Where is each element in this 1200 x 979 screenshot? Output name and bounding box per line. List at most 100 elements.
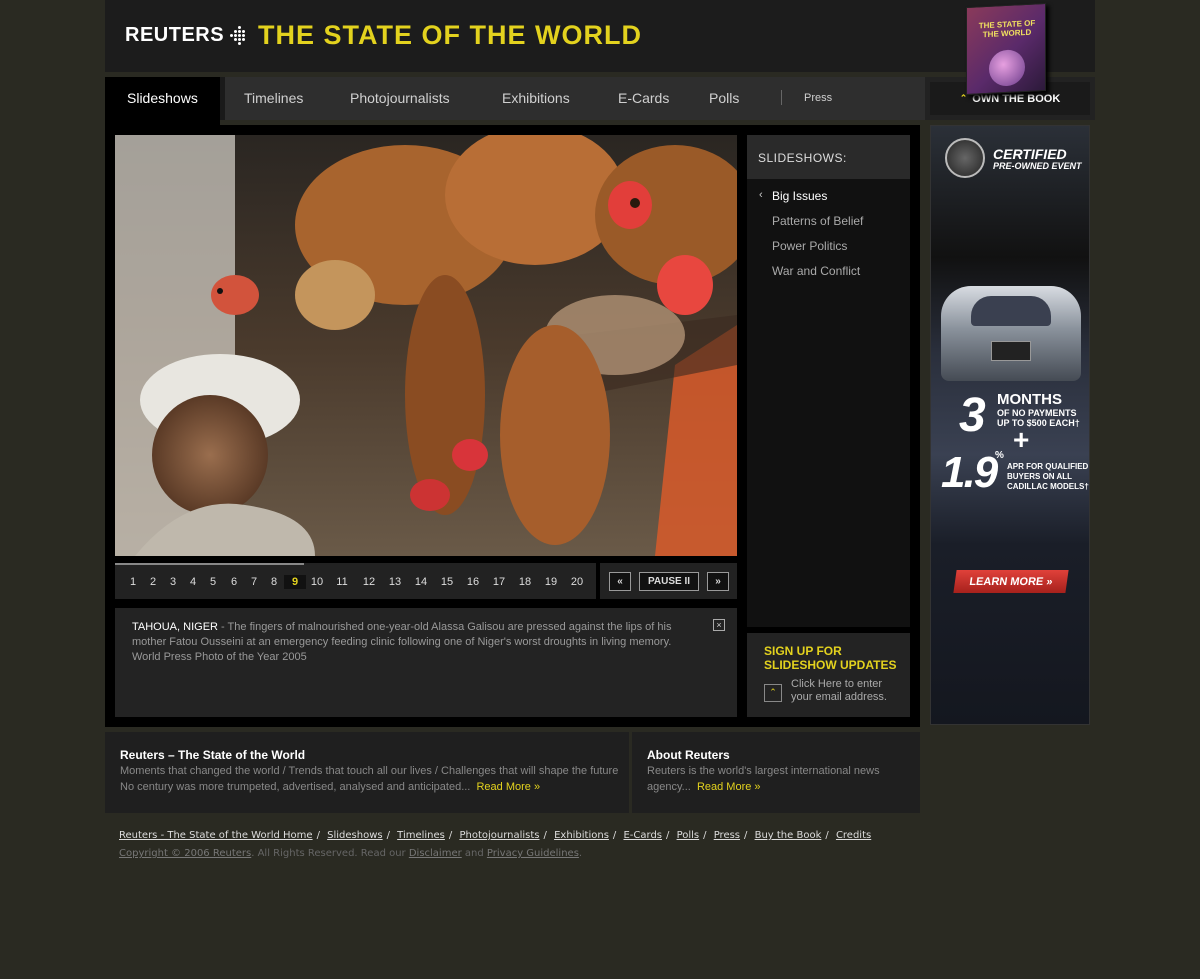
footer-link-buy-book[interactable]: Buy the Book: [755, 830, 822, 841]
photo-caption: TAHOUA, NIGER - The fingers of malnouris…: [115, 608, 737, 717]
car-grille: [991, 341, 1031, 361]
ad-event: PRE-OWNED EVENT: [993, 161, 1082, 171]
privacy-link[interactable]: Privacy Guidelines: [487, 848, 579, 859]
page-link-4[interactable]: 4: [182, 575, 204, 589]
footer-link-timelines[interactable]: Timelines: [397, 830, 445, 841]
nav-timelines[interactable]: Timelines: [244, 90, 303, 106]
reuters-dots-icon: [230, 25, 248, 47]
nav-press[interactable]: Press: [804, 92, 832, 104]
page-link-14[interactable]: 14: [410, 575, 432, 589]
nav-polls[interactable]: Polls: [709, 90, 739, 106]
footer-link-ecards[interactable]: E-Cards: [623, 830, 662, 841]
page-link-7[interactable]: 7: [243, 575, 265, 589]
pager-progress-line: [115, 563, 304, 565]
ad-apr-text: APR FOR QUALIFIED BUYERS ON ALL CADILLAC…: [1007, 462, 1089, 491]
slideshows-header: SLIDESHOWS:: [747, 135, 910, 179]
info-right-body: Reuters is the world's largest internati…: [647, 765, 880, 793]
reuters-logo[interactable]: REUTERS: [125, 24, 248, 47]
info-right-text: Reuters is the world's largest internati…: [647, 763, 897, 795]
page-link-13[interactable]: 13: [384, 575, 406, 589]
footer-sep: /: [612, 830, 617, 841]
page-link-19[interactable]: 19: [540, 575, 562, 589]
page-link-18[interactable]: 18: [514, 575, 536, 589]
page-link-3[interactable]: 3: [162, 575, 184, 589]
disclaimer-link[interactable]: Disclaimer: [409, 848, 462, 859]
book-cover-globe: [989, 49, 1025, 87]
footer-sep: /: [825, 830, 829, 841]
nav-exhibitions[interactable]: Exhibitions: [502, 90, 570, 106]
pause-label: PAUSE II: [647, 576, 691, 587]
slideshow-item-big-issues[interactable]: ‹ Big Issues: [759, 189, 828, 203]
page-title: THE STATE OF THE WORLD: [258, 20, 642, 50]
footer-link-polls[interactable]: Polls: [677, 830, 700, 841]
ad-months: MONTHS: [997, 391, 1062, 408]
footer-link-photojournalists[interactable]: Photojournalists: [459, 830, 539, 841]
info-left-title: Reuters – The State of the World: [120, 748, 306, 762]
double-chevron-up-icon[interactable]: ⌃: [764, 684, 782, 702]
page-link-12[interactable]: 12: [358, 575, 380, 589]
page-link-2[interactable]: 2: [142, 575, 164, 589]
about-reuters: About Reuters Reuters is the world's lar…: [632, 732, 920, 813]
footer-link-press[interactable]: Press: [714, 830, 740, 841]
page-link-1[interactable]: 1: [122, 575, 144, 589]
slideshows-list: ‹ Big Issues Patterns of Belief Power Po…: [747, 179, 910, 627]
page-link-6[interactable]: 6: [223, 575, 245, 589]
nav-separator: [781, 90, 782, 105]
slideshow-item-war-and-conflict[interactable]: War and Conflict: [772, 264, 860, 278]
chevron-left-icon: ‹: [759, 189, 763, 201]
footer-nav: Reuters - The State of the World Home / S…: [119, 830, 871, 841]
site-header: REUTERS THE STATE OF THE WORLD: [105, 0, 1095, 72]
slideshow-item-label: Big Issues: [772, 189, 828, 203]
ad-certified: CERTIFIED: [993, 146, 1067, 162]
page-link-20[interactable]: 20: [566, 575, 588, 589]
nav-photojournalists[interactable]: Photojournalists: [350, 90, 450, 106]
info-right-title: About Reuters: [647, 748, 730, 762]
nav-ecards[interactable]: E-Cards: [618, 90, 669, 106]
ad-rate: 1.9: [941, 448, 998, 497]
read-more-link[interactable]: Read More »: [476, 781, 540, 793]
cadillac-ad[interactable]: CERTIFIED PRE-OWNED EVENT 3 MONTHS OF NO…: [930, 125, 1090, 725]
signup-link[interactable]: Click Here to enter your email address.: [791, 678, 901, 704]
copyright-link[interactable]: Copyright © 2006 Reuters: [119, 848, 251, 859]
page-link-15[interactable]: 15: [436, 575, 458, 589]
cadillac-crest-icon: [945, 138, 985, 178]
nav-slideshows[interactable]: Slideshows: [127, 90, 198, 106]
page-link-17[interactable]: 17: [488, 575, 510, 589]
pause-button[interactable]: PAUSE II: [639, 572, 699, 591]
ad-plus: +: [1013, 424, 1030, 455]
prev-slide-button[interactable]: «: [609, 572, 631, 591]
close-icon[interactable]: ×: [713, 619, 725, 631]
ad-percent: %: [995, 450, 1004, 461]
footer-sep: /: [666, 830, 670, 841]
slideshow-photo[interactable]: [115, 135, 737, 556]
slideshow-controls: « PAUSE II »: [600, 563, 737, 599]
footer-sep: /: [703, 830, 707, 841]
learn-more-button[interactable]: LEARN MORE »: [953, 570, 1069, 593]
slideshow-item-patterns-of-belief[interactable]: Patterns of Belief: [772, 214, 863, 228]
signup-box: SIGN UP FOR SLIDESHOW UPDATES ⌃ Click He…: [747, 633, 910, 717]
footer-link-home[interactable]: Reuters - The State of the World Home: [119, 830, 313, 841]
period-text: .: [578, 848, 583, 859]
read-more-link[interactable]: Read More »: [697, 781, 761, 793]
book-cover-image[interactable]: THE STATE OF THE WORLD: [966, 2, 1046, 96]
page-link-8[interactable]: 8: [263, 575, 285, 589]
next-slide-button[interactable]: »: [707, 572, 729, 591]
footer-sep: /: [543, 830, 547, 841]
footer-link-credits[interactable]: Credits: [836, 830, 871, 841]
own-book-label: OWN THE BOOK: [972, 92, 1061, 105]
page-link-10[interactable]: 10: [306, 575, 328, 589]
ad-car-image: [941, 286, 1081, 381]
page-link-16[interactable]: 16: [462, 575, 484, 589]
ad-no-payments: OF NO PAYMENTS UP TO $500 EACH†: [997, 408, 1080, 428]
caption-location: TAHOUA, NIGER: [132, 621, 218, 633]
footer-link-exhibitions[interactable]: Exhibitions: [554, 830, 609, 841]
page-link-9-current[interactable]: 9: [284, 575, 306, 589]
footer-link-slideshows[interactable]: Slideshows: [327, 830, 382, 841]
page-link-5[interactable]: 5: [202, 575, 224, 589]
nav-divider: [220, 77, 225, 120]
copyright-line: Copyright © 2006 Reuters. All Rights Res…: [119, 848, 582, 859]
photo-illustration: [115, 135, 737, 556]
slideshow-item-power-politics[interactable]: Power Politics: [772, 239, 847, 253]
footer-sep: /: [744, 830, 748, 841]
page-link-11[interactable]: 11: [331, 575, 353, 589]
